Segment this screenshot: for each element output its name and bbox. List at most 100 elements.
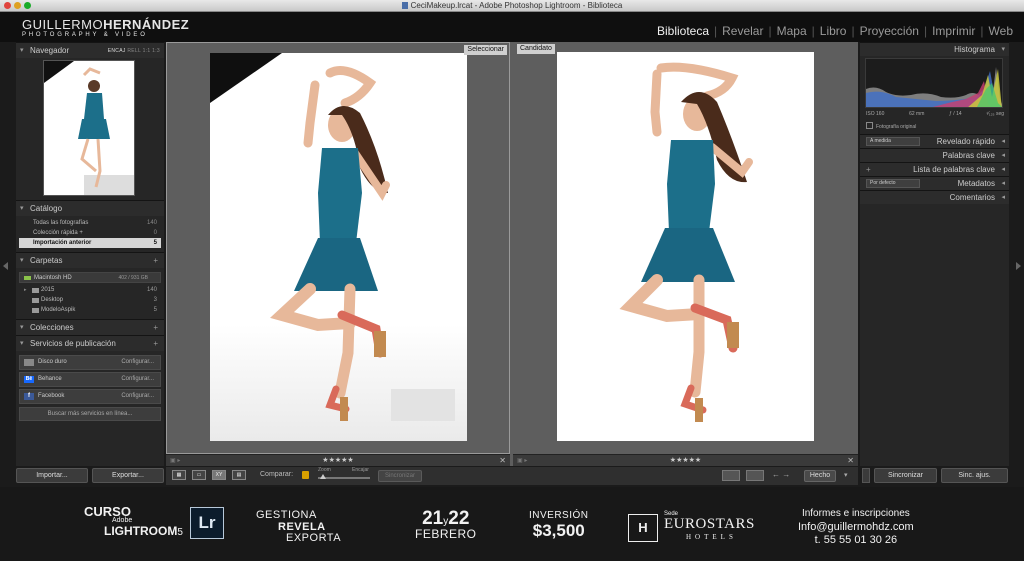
exif-shutter: ¹⁄₁₂₅ seg — [986, 111, 1004, 117]
folder-item[interactable]: ModeloAspik 5 — [19, 305, 161, 315]
folder-count: 5 — [153, 307, 157, 313]
candidate-star-rating[interactable]: ★★★★★ — [670, 457, 701, 464]
navigator-tab-fill[interactable]: RELL — [127, 48, 141, 54]
promo-tagline: GESTIONA REVELA EXPORTA — [256, 509, 342, 545]
histogram-header[interactable]: Histograma — [860, 42, 1009, 57]
metadata-preset-select[interactable]: Por defecto — [866, 179, 920, 188]
candidate-pane-controls[interactable]: ▣ ▸ — [517, 455, 527, 467]
publish-service-label: Behance — [38, 376, 62, 382]
folder-item[interactable]: Desktop 3 — [19, 295, 161, 305]
catalog-item-quick-collection[interactable]: Colección rápida + 0 — [19, 228, 161, 238]
make-select-icon[interactable] — [746, 470, 764, 481]
toolbar-menu-icon[interactable]: ▾ — [844, 471, 848, 479]
zoom-slider-knob[interactable] — [320, 474, 326, 479]
sync-settings-button[interactable]: Sinc. ajus. — [941, 468, 1008, 483]
right-panel-toggle-icon[interactable] — [1016, 262, 1021, 270]
brand-name-bold: HERNÁNDEZ — [103, 17, 190, 32]
quick-develop-header[interactable]: A medida Revelado rápido — [860, 134, 1009, 149]
quick-develop-preset-select[interactable]: A medida — [866, 137, 920, 146]
keywords-header[interactable]: Palabras clave — [860, 148, 1009, 163]
select-rating-bar: ▣ ▸ ★★★★★ ✕ — [166, 454, 510, 466]
promo-phone: t. 55 55 01 30 26 — [814, 534, 898, 547]
folder-label: 2015 — [41, 287, 55, 293]
candidate-photo[interactable] — [557, 52, 814, 441]
select-photo[interactable] — [210, 53, 467, 441]
promo-venue: Sede EUROSTARS HOTELS — [664, 511, 755, 541]
sync-button[interactable]: Sincronizar — [874, 468, 937, 483]
add-collection-button[interactable]: + — [153, 320, 158, 336]
module-imprimir[interactable]: Imprimir — [927, 24, 980, 38]
promo-contact: Informes e inscripciones Info@guillermoh… — [798, 508, 914, 548]
select-star-rating[interactable]: ★★★★★ — [322, 457, 353, 464]
model-figure — [619, 62, 753, 422]
metadata-header[interactable]: Por defecto Metadatos — [860, 176, 1009, 191]
histogram-chart[interactable] — [865, 58, 1003, 108]
select-close-button[interactable]: ✕ — [499, 455, 506, 467]
promo-email[interactable]: Info@guillermohdz.com — [798, 521, 914, 535]
import-button[interactable]: Importar... — [16, 468, 88, 483]
survey-view-icon[interactable]: ▤ — [232, 470, 246, 480]
grid-view-icon[interactable]: ▦ — [172, 470, 186, 480]
export-button[interactable]: Exportar... — [92, 468, 164, 483]
module-revelar[interactable]: Revelar — [717, 24, 768, 38]
catalog-header[interactable]: Catálogo — [16, 200, 164, 217]
lock-icon[interactable] — [302, 471, 309, 479]
exif-iso: ISO 160 — [866, 111, 885, 117]
catalog-item-all[interactable]: Todas las fotografías 140 — [19, 218, 161, 228]
publish-services-header[interactable]: Servicios de publicación + — [16, 335, 164, 352]
promo-price: INVERSIÓN $3,500 — [529, 510, 589, 539]
collections-header[interactable]: Colecciones + — [16, 319, 164, 336]
module-proyeccion[interactable]: Proyección — [855, 24, 924, 38]
catalog-list: Todas las fotografías 140 Colección rápid… — [16, 216, 164, 252]
disclosure-triangle-icon[interactable]: ▸ — [24, 285, 27, 295]
navigator-tab-1-1[interactable]: 1:1 — [143, 48, 151, 54]
publish-services-list: Disco duro Configurar... Bē Behance Configu… — [16, 351, 164, 421]
candidate-pane[interactable]: Candidato — [513, 42, 858, 454]
select-pane-controls[interactable]: ▣ ▸ — [170, 455, 180, 467]
promo-month: FEBRERO — [415, 527, 477, 541]
loupe-view-icon[interactable]: ▭ — [192, 470, 206, 480]
done-button[interactable]: Hecho — [804, 470, 836, 482]
module-libro[interactable]: Libro — [815, 24, 852, 38]
navigator-header[interactable]: Navegador ENCAJ RELL 1:1 1:3 — [16, 42, 164, 59]
minimize-window-button[interactable] — [14, 2, 21, 9]
candidate-close-button[interactable]: ✕ — [847, 455, 854, 467]
navigation-arrows[interactable]: ← → — [772, 470, 790, 479]
module-biblioteca[interactable]: Biblioteca — [652, 24, 714, 38]
compare-view-icon[interactable]: XY — [212, 470, 226, 480]
original-photo-checkbox[interactable]: Fotografía original — [866, 122, 916, 130]
promo-price-label: INVERSIÓN — [529, 510, 589, 521]
configure-link[interactable]: Configurar... — [121, 356, 154, 369]
sync-focus-button[interactable]: Sincronizar — [378, 470, 422, 482]
publish-service-behance[interactable]: Bē Behance Configurar... — [19, 372, 161, 387]
comments-header[interactable]: Comentarios — [860, 190, 1009, 205]
folders-header[interactable]: Carpetas + — [16, 252, 164, 269]
folder-item[interactable]: ▸ 2015 140 — [19, 285, 161, 295]
publish-service-hard-drive[interactable]: Disco duro Configurar... — [19, 355, 161, 370]
add-publish-service-button[interactable]: + — [153, 336, 158, 352]
find-more-services-button[interactable]: Buscar más servicios en línea... — [19, 407, 161, 421]
add-keyword-button[interactable]: + — [866, 163, 871, 177]
navigator-tab-fit[interactable]: ENCAJ — [108, 48, 126, 54]
hotel-logo-icon: H — [628, 514, 658, 542]
catalog-item-previous-import[interactable]: Importación anterior 5 — [19, 238, 161, 248]
configure-link[interactable]: Configurar... — [121, 390, 154, 403]
navigator-preview[interactable] — [43, 60, 135, 196]
volume-macintosh-hd[interactable]: Macintosh HD 402 / 931 GB — [19, 272, 161, 283]
close-window-button[interactable] — [4, 2, 11, 9]
folder-label: ModeloAspik — [41, 307, 76, 313]
keywords-title: Palabras clave — [942, 151, 995, 160]
publish-service-facebook[interactable]: f Facebook Configurar... — [19, 389, 161, 404]
module-mapa[interactable]: Mapa — [772, 24, 812, 38]
navigator-tab-1-3[interactable]: 1:3 — [152, 48, 160, 54]
add-folder-button[interactable]: + — [153, 253, 158, 269]
auto-sync-switch[interactable] — [862, 468, 870, 483]
configure-link[interactable]: Configurar... — [121, 373, 154, 386]
promo-line-3: EXPORTA — [286, 532, 342, 545]
zoom-window-button[interactable] — [24, 2, 31, 9]
module-web[interactable]: Web — [984, 24, 1018, 38]
keyword-list-header[interactable]: + Lista de palabras clave — [860, 162, 1009, 177]
left-panel-toggle-icon[interactable] — [3, 262, 8, 270]
swap-icon[interactable] — [722, 470, 740, 481]
select-pane[interactable]: Seleccionar — [166, 42, 510, 454]
